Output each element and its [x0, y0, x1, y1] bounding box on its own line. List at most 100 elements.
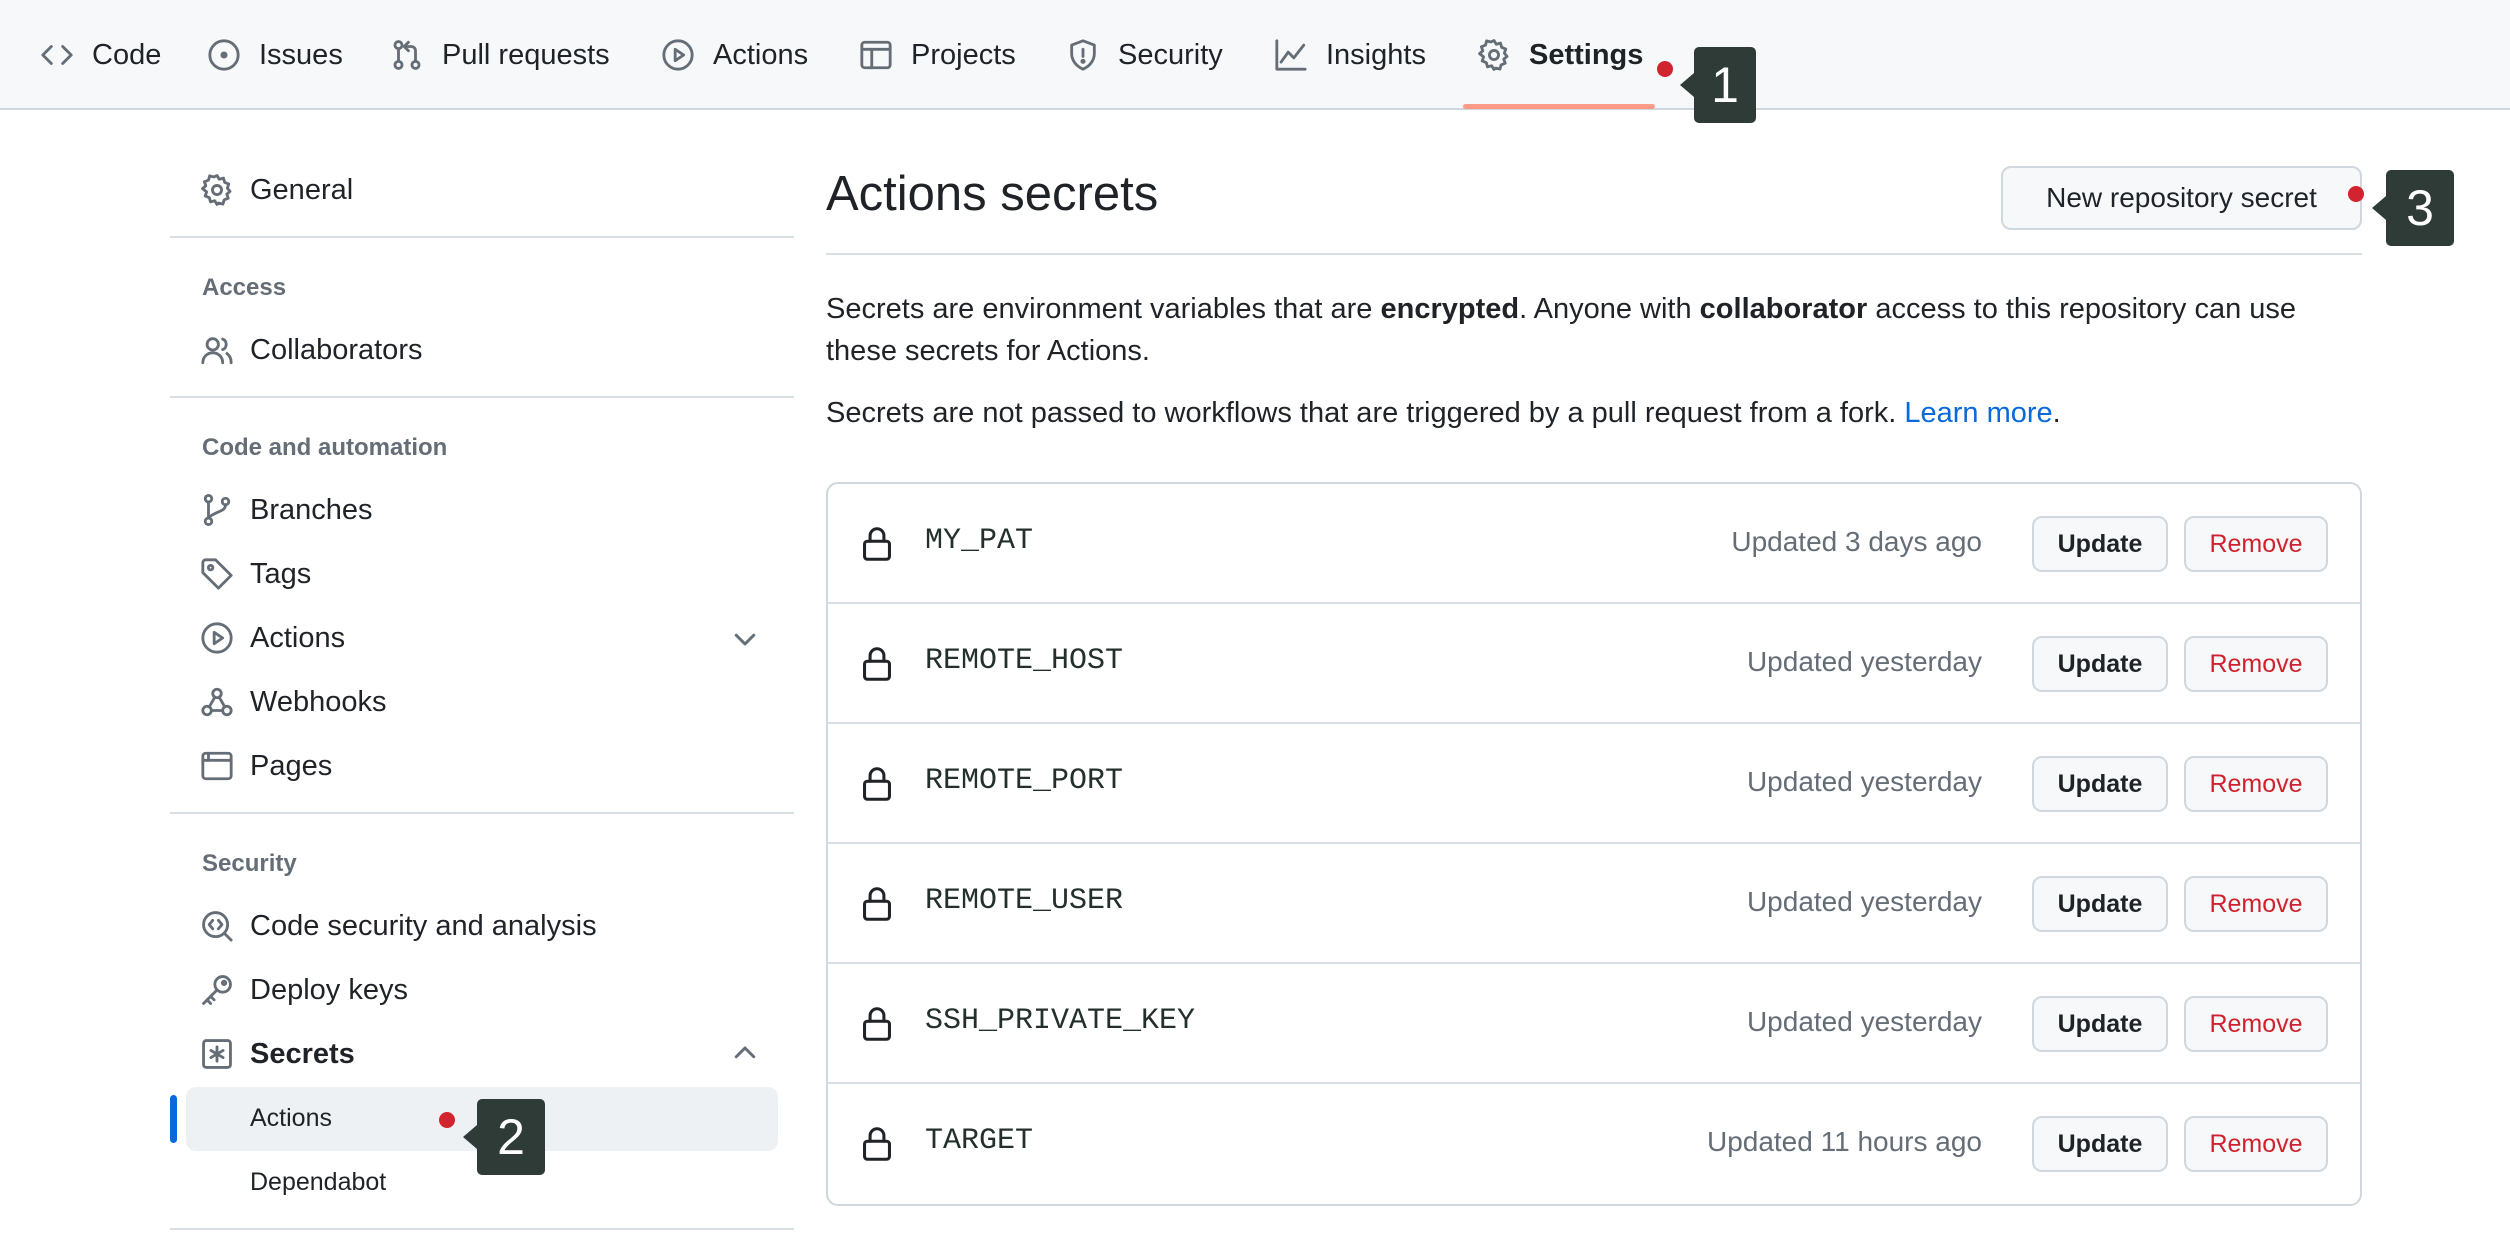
step-badge-1-label: 1 — [1711, 57, 1739, 113]
repo-nav-bar: Code Issues Pull requests Actions Projec… — [0, 0, 2510, 110]
secret-updated-time: Updated yesterday — [1746, 886, 1982, 917]
remove-secret-button[interactable]: Remove — [2184, 1116, 2328, 1172]
learn-more-link[interactable]: Learn more — [1904, 397, 2052, 429]
sidebar-item-deploy-keys[interactable]: Deploy keys — [200, 966, 408, 1014]
secret-name: MY_PAT — [925, 524, 1034, 558]
chevron-down-icon[interactable] — [730, 624, 760, 654]
sidebar-item-general[interactable]: General — [200, 166, 353, 214]
step-badge-3-label: 3 — [2406, 180, 2434, 236]
people-icon — [201, 337, 233, 365]
secrets-description: Secrets are environment variables that a… — [826, 288, 2366, 372]
sidebar-item-actions[interactable]: Actions — [200, 614, 345, 662]
code-icon — [41, 45, 73, 65]
update-secret-button[interactable]: Update — [2032, 756, 2168, 812]
title-divider — [826, 253, 2362, 255]
sidebar-active-indicator — [170, 1095, 177, 1143]
webhook-icon — [201, 687, 233, 717]
sidebar-item-secrets[interactable]: Secrets — [200, 1030, 355, 1078]
tab-pull-requests[interactable]: Pull requests — [390, 0, 610, 110]
fork-notice-text: Secrets are not passed to workflows that… — [826, 397, 1905, 429]
sidebar-divider — [170, 812, 794, 814]
secret-updated-time: Updated yesterday — [1746, 1006, 1982, 1037]
update-secret-button[interactable]: Update — [2032, 996, 2168, 1052]
tab-insights-label: Insights — [1326, 38, 1426, 71]
chevron-up-icon[interactable] — [730, 1038, 760, 1068]
tab-security[interactable]: Security — [1066, 0, 1223, 110]
sidebar-item-tags-label: Tags — [250, 557, 312, 590]
pull-request-icon — [393, 40, 421, 70]
update-secret-button[interactable]: Update — [2032, 876, 2168, 932]
remove-secret-button[interactable]: Remove — [2184, 876, 2328, 932]
sidebar-item-collaborators-label: Collaborators — [250, 333, 423, 366]
sidebar-item-branches-label: Branches — [250, 493, 373, 526]
sidebar-divider — [170, 1228, 794, 1230]
secret-name: TARGET — [925, 1124, 1034, 1158]
sidebar-item-pages-label: Pages — [250, 749, 333, 782]
shield-icon — [1070, 39, 1096, 71]
sidebar-item-webhooks-label: Webhooks — [250, 685, 387, 718]
sidebar-divider — [170, 396, 794, 398]
secret-row: REMOTE_HOST Updated yesterday Update Rem… — [828, 604, 2360, 724]
marker-dot-1 — [1657, 61, 1673, 77]
desc-text: . Anyone with — [1519, 293, 1700, 325]
sidebar-divider — [170, 236, 794, 238]
sidebar-item-actions-label: Actions — [250, 621, 346, 654]
step-badge-2: 2 — [463, 1099, 545, 1175]
desc-text: Secrets are environment variables that a… — [826, 293, 1381, 325]
page-title: Actions secrets — [826, 167, 1159, 221]
remove-secret-button[interactable]: Remove — [2184, 996, 2328, 1052]
tab-issues[interactable]: Issues — [207, 0, 343, 110]
sidebar-item-general-label: General — [250, 173, 354, 206]
tab-settings-label: Settings — [1529, 38, 1644, 71]
secret-row: REMOTE_PORT Updated yesterday Update Rem… — [828, 724, 2360, 844]
play-icon — [201, 622, 233, 654]
tab-code[interactable]: Code — [40, 0, 161, 110]
gear-icon — [1478, 39, 1509, 71]
gear-icon — [201, 174, 232, 206]
sidebar-item-code-security[interactable]: Code security and analysis — [200, 902, 597, 950]
secret-updated-time: Updated 11 hours ago — [1706, 1126, 1982, 1157]
sidebar-item-deploy-keys-label: Deploy keys — [250, 973, 408, 1006]
sidebar-item-collaborators[interactable]: Collaborators — [200, 326, 422, 374]
sidebar-item-webhooks[interactable]: Webhooks — [200, 678, 387, 726]
tab-projects[interactable]: Projects — [859, 0, 1016, 110]
step-badge-1: 1 — [1680, 47, 1756, 123]
sidebar-subitem-secrets-actions[interactable]: Actions — [250, 1104, 332, 1133]
update-secret-button[interactable]: Update — [2032, 516, 2168, 572]
sidebar-heading-code-automation: Code and automation — [202, 434, 448, 461]
tab-insights[interactable]: Insights — [1274, 0, 1426, 110]
desc-emphasis: collaborator — [1699, 293, 1868, 325]
secret-name: REMOTE_HOST — [925, 644, 1124, 678]
sidebar-item-pages[interactable]: Pages — [200, 742, 332, 790]
tab-actions-label: Actions — [713, 38, 809, 71]
update-secret-button[interactable]: Update — [2032, 1116, 2168, 1172]
tab-settings[interactable]: Settings — [1477, 0, 1643, 110]
remove-secret-button[interactable]: Remove — [2184, 756, 2328, 812]
sidebar-subitem-secrets-dependabot[interactable]: Dependabot — [250, 1168, 386, 1197]
tab-issues-label: Issues — [259, 38, 343, 71]
sidebar-item-secrets-label: Secrets — [250, 1037, 355, 1070]
tab-actions[interactable]: Actions — [661, 0, 808, 110]
fork-notice: Secrets are not passed to workflows that… — [826, 392, 2366, 434]
secret-name: REMOTE_PORT — [925, 764, 1124, 798]
update-secret-button[interactable]: Update — [2032, 636, 2168, 692]
marker-dot-3 — [2348, 186, 2364, 202]
lock-icon — [863, 1007, 891, 1041]
tab-code-label: Code — [92, 38, 162, 71]
graph-icon — [1275, 39, 1307, 71]
remove-secret-button[interactable]: Remove — [2184, 516, 2328, 572]
browser-icon — [201, 751, 233, 781]
lock-icon — [863, 767, 891, 801]
secret-name: SSH_PRIVATE_KEY — [925, 1004, 1196, 1038]
play-icon — [662, 39, 694, 71]
remove-secret-button[interactable]: Remove — [2184, 636, 2328, 692]
sidebar-item-branches[interactable]: Branches — [200, 486, 373, 534]
table-icon — [860, 40, 892, 70]
asterisk-box-icon — [202, 1039, 232, 1069]
tab-projects-label: Projects — [911, 38, 1016, 71]
tag-icon — [201, 558, 233, 590]
secret-name: REMOTE_USER — [925, 884, 1124, 918]
sidebar-item-tags[interactable]: Tags — [200, 550, 311, 598]
key-icon — [202, 975, 232, 1005]
new-repository-secret-button[interactable]: New repository secret — [2001, 166, 2362, 230]
